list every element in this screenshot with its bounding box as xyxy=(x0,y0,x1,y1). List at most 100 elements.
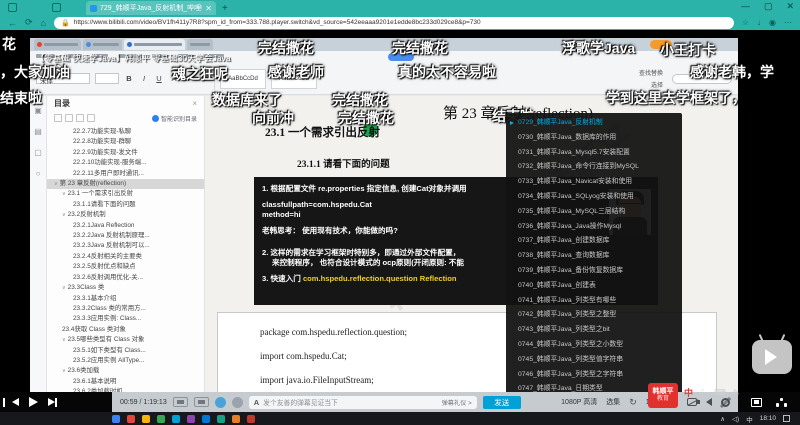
toc-item[interactable]: 第 23 章反射(reflection) xyxy=(47,179,204,189)
toc-item[interactable]: 23.5哪些类型有 Class 对象 xyxy=(47,335,204,345)
play-button[interactable] xyxy=(29,397,38,407)
toc-tool-icon[interactable] xyxy=(87,114,95,122)
bold-button[interactable]: B xyxy=(124,74,134,83)
toc-item[interactable]: 23.3.1基本介绍 xyxy=(47,294,204,304)
toc-item[interactable]: 23.2.5反射优点和缺点 xyxy=(47,262,204,272)
episode-item[interactable]: 0737_韩顺平Java_创建数据库 xyxy=(506,234,682,249)
episode-item[interactable]: 0733_韩顺平Java_Navicat安装和使用 xyxy=(506,175,682,190)
toc-tool-icon[interactable] xyxy=(76,114,84,122)
taskbar-app-icon[interactable] xyxy=(127,415,135,423)
episode-item[interactable]: 0746_韩顺平Java_列类型之字符串 xyxy=(506,368,682,383)
find-replace-button[interactable]: 查找替换 xyxy=(639,68,663,77)
toc-item[interactable]: 23.2.6反射调用优化-关... xyxy=(47,273,204,283)
bookmark-icon[interactable]: ▢ xyxy=(34,148,42,157)
toc-tool-icon[interactable] xyxy=(65,114,73,122)
font-name-select[interactable]: 宋体 xyxy=(36,73,90,84)
tray-ime-indicator[interactable]: 中 xyxy=(746,414,753,424)
danmaku-input[interactable]: A 发个友善的弹幕见证当下 弹幕礼仪 > xyxy=(249,396,477,409)
new-tab-button[interactable]: + xyxy=(222,3,228,14)
workspace-icon[interactable] xyxy=(8,3,17,12)
send-danmaku-button[interactable]: 发送 xyxy=(483,396,521,409)
episode-item[interactable]: 0741_韩顺平Java_列类型有哪些 xyxy=(506,294,682,309)
taskbar-app-icon[interactable] xyxy=(142,415,150,423)
back-icon[interactable]: ← xyxy=(8,18,17,28)
clipboard-icon[interactable]: ▤ xyxy=(34,127,42,136)
episode-item[interactable]: 0743_韩顺平Java_列类型之bit xyxy=(506,323,682,338)
search-icon[interactable]: ○ xyxy=(36,169,41,178)
tray-volume-icon[interactable]: ◁) xyxy=(732,415,739,423)
episode-item[interactable]: 0745_韩顺平Java_列类型值字符串 xyxy=(506,353,682,368)
taskbar-app-icon[interactable] xyxy=(217,415,225,423)
loop-icon[interactable]: ↻ xyxy=(629,398,637,407)
smart-toc-label[interactable]: 智能识别目录 xyxy=(161,114,197,123)
font-size-select[interactable] xyxy=(95,73,119,84)
toc-item[interactable]: 23.6.1基本说明 xyxy=(47,377,204,387)
toc-item[interactable]: 23.3.2Class 类的常用方... xyxy=(47,304,204,314)
panel-icon[interactable]: ▣ xyxy=(34,106,42,115)
select-button[interactable]: 选择 xyxy=(639,80,663,89)
window-close-button[interactable]: ✕ xyxy=(786,1,794,12)
superscript-button[interactable]: x² xyxy=(184,74,194,83)
tray-clock[interactable]: 18:10 xyxy=(760,415,776,422)
toc-item[interactable]: 22.2.8功能实现-群聊 xyxy=(47,137,204,147)
player-toggle-icon[interactable] xyxy=(173,397,188,407)
profile-icon[interactable]: ◉ xyxy=(769,18,776,27)
danmaku-off-icon[interactable] xyxy=(687,398,697,406)
underline-button[interactable]: U xyxy=(154,74,164,83)
notification-icon[interactable] xyxy=(783,415,790,422)
web-fullscreen-icon[interactable] xyxy=(751,398,762,407)
home-icon[interactable]: ⌂ xyxy=(41,18,46,28)
favorite-star-icon[interactable]: ☆ xyxy=(742,18,749,27)
toc-tool-icon[interactable] xyxy=(54,114,62,122)
more-menu-icon[interactable]: ⋯ xyxy=(784,18,792,27)
episode-item[interactable]: 0732_韩顺平Java_命令行连接到MySQL xyxy=(506,160,682,175)
toc-item[interactable]: 23.2.4反射相关的主要类 xyxy=(47,252,204,262)
vertical-tabs-icon[interactable] xyxy=(52,3,61,12)
episode-item[interactable]: 0739_韩顺平Java_备份恢复数据库 xyxy=(506,264,682,279)
taskbar-app-icon[interactable] xyxy=(187,415,195,423)
toc-item[interactable]: 23.1 一个需求引出反射 xyxy=(47,189,204,199)
episode-item[interactable]: 0731_韩顺平Java_Mysql5.7安装配置 xyxy=(506,146,682,161)
episode-item[interactable]: 0742_韩顺平Java_列类型之整型 xyxy=(506,308,682,323)
quality-button[interactable]: 1080P 高清 xyxy=(561,397,597,407)
toc-close-icon[interactable]: × xyxy=(192,99,197,108)
danmaku-toggle-icon[interactable] xyxy=(215,397,226,408)
download-icon[interactable]: ↓ xyxy=(757,18,761,27)
tab-close-icon[interactable]: ✕ xyxy=(205,4,212,13)
episode-item[interactable]: 0738_韩顺平Java_查询数据库 xyxy=(506,249,682,264)
toc-item[interactable]: 23.4获取 Class 类对象 xyxy=(47,325,204,335)
toc-item[interactable]: 23.5.1如下类型有 Class... xyxy=(47,346,204,356)
window-maximize-button[interactable]: ▢ xyxy=(764,1,773,12)
toc-item[interactable]: 22.2.11多用户即时通讯... xyxy=(47,169,204,179)
episodes-button[interactable]: 选集 xyxy=(606,397,620,407)
window-minimize-button[interactable]: — xyxy=(741,1,750,12)
taskbar-app-icon[interactable] xyxy=(112,415,120,423)
episode-item[interactable]: 0734_韩顺平Java_SQLyog安装和使用 xyxy=(506,190,682,205)
taskbar-app-icon[interactable] xyxy=(232,415,240,423)
toc-item[interactable]: 23.2.3Java 反射机制可以... xyxy=(47,241,204,251)
style-chip[interactable]: AaBbCcDd xyxy=(271,69,317,89)
share-button[interactable] xyxy=(388,53,414,61)
toc-item[interactable]: 23.3.3应用实例: Class... xyxy=(47,314,204,324)
episode-item[interactable]: 0740_韩顺平Java_创建表 xyxy=(506,279,682,294)
toc-item[interactable]: 23.6类加载 xyxy=(47,366,204,376)
toc-item[interactable]: 23.3Class 类 xyxy=(47,283,204,293)
highlight-button[interactable]: A xyxy=(199,74,209,83)
danmaku-etiquette-link[interactable]: 弹幕礼仪 > xyxy=(442,398,472,407)
tray-chevron-icon[interactable]: ∧ xyxy=(720,415,725,423)
toc-item[interactable]: 22.2.7功能实现-私聊 xyxy=(47,127,204,137)
toc-item[interactable]: 23.2.1Java Reflection xyxy=(47,221,204,231)
danmaku-font-icon[interactable]: A xyxy=(254,398,259,407)
font-color-button[interactable]: A xyxy=(169,74,179,83)
toc-item[interactable]: 23.1.1请看下面的问题 xyxy=(47,200,204,210)
browser-tab[interactable]: 729_韩顺平Java_反射机制_哔哩哔... ✕ xyxy=(86,1,216,15)
style-chip[interactable]: AaBbCcDd xyxy=(220,69,266,89)
episode-item[interactable]: 0729_韩顺平Java_反射机制 xyxy=(506,116,682,131)
taskbar-app-icon[interactable] xyxy=(247,415,255,423)
taskbar-app-icon[interactable] xyxy=(202,415,210,423)
toc-item[interactable]: 23.2反射机制 xyxy=(47,210,204,220)
more-options-icon[interactable] xyxy=(776,398,787,407)
ribbon-search-box[interactable] xyxy=(672,74,732,84)
toc-item[interactable]: 22.2.10功能实现-服务端... xyxy=(47,158,204,168)
danmaku-style-icon[interactable] xyxy=(232,397,243,408)
